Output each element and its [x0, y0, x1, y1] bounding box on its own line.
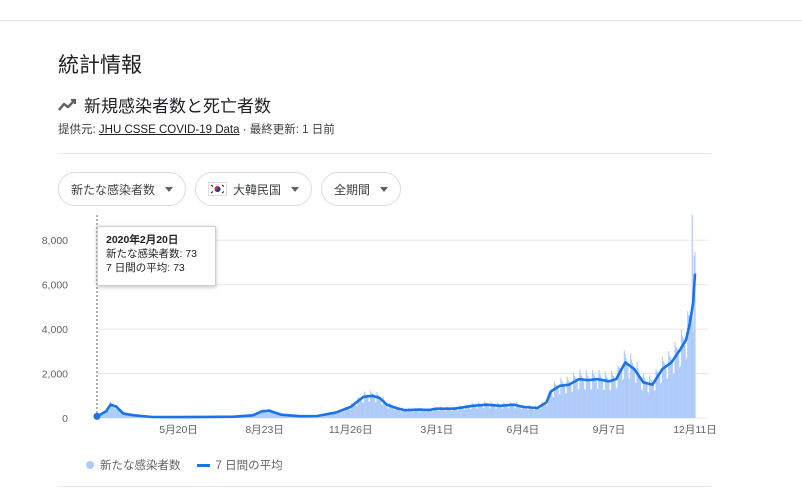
metric-dropdown[interactable]: 新たな感染者数 — [58, 172, 187, 206]
x-tick-label: 3月1日 — [420, 424, 453, 436]
header-divider — [58, 153, 711, 154]
dropdown-arrow-icon — [380, 186, 389, 192]
legend-bars-swatch — [86, 461, 94, 469]
footer-divider — [58, 486, 711, 487]
x-tick-label: 9月7日 — [593, 424, 626, 436]
legend-line-label: 7 日間の平均 — [215, 460, 283, 472]
y-tick-label: 4,000 — [42, 324, 68, 336]
source-line: 提供元: JHU CSSE COVID-19 Data · 最終更新: 1 日前 — [58, 121, 335, 137]
source-prefix: 提供元: — [58, 124, 99, 136]
y-tick-label: 6,000 — [42, 280, 68, 292]
region-dropdown-label: 大韓民国 — [233, 182, 282, 197]
tooltip-date: 2020年2月20日 — [106, 234, 179, 246]
y-tick-label: 8,000 — [42, 235, 68, 247]
legend-bars-label: 新たな感染者数 — [100, 460, 181, 472]
x-tick-label: 12月11日 — [673, 424, 717, 436]
chart-heading: 新規感染者数と死亡者数 — [58, 92, 271, 117]
chart-title: 新規感染者数と死亡者数 — [84, 97, 271, 116]
x-tick-label: 8月23日 — [245, 424, 284, 436]
chart-tooltip: 2020年2月20日 新たな感染者数: 73 7 日間の平均: 73 — [97, 226, 216, 286]
trending-up-icon — [58, 98, 77, 111]
period-dropdown[interactable]: 全期間 — [321, 172, 402, 206]
filter-chips: 新たな感染者数 大韓民国 全期間 — [58, 172, 402, 206]
x-tick-label: 11月26日 — [329, 424, 373, 436]
source-link[interactable]: JHU CSSE COVID-19 Data — [99, 124, 240, 136]
top-divider — [0, 20, 802, 21]
metric-dropdown-label: 新たな感染者数 — [71, 182, 156, 197]
dropdown-arrow-icon — [165, 186, 174, 192]
south-korea-flag-icon — [208, 182, 228, 196]
region-dropdown[interactable]: 大韓民国 — [195, 172, 313, 206]
x-tick-label: 6月4日 — [507, 424, 540, 436]
chart-legend: 新たな感染者数 7 日間の平均 — [86, 457, 283, 473]
x-tick-label: 5月20日 — [159, 424, 198, 436]
legend-line-swatch — [196, 463, 210, 467]
y-tick-label: 0 — [62, 413, 68, 425]
x-axis: 5月20日 8月23日 11月26日 3月1日 6月4日 9月7日 12月11日 — [159, 424, 717, 436]
y-tick-label: 2,000 — [42, 369, 68, 381]
section-title: 統計情報 — [58, 54, 142, 77]
period-dropdown-label: 全期間 — [334, 182, 371, 197]
dropdown-arrow-icon — [291, 186, 300, 192]
last-updated: · 最終更新: 1 日前 — [239, 124, 335, 136]
y-axis: 0 2,000 4,000 6,000 8,000 — [42, 235, 68, 425]
highlight-point — [93, 412, 101, 420]
tooltip-average: 7 日間の平均: 73 — [106, 262, 185, 274]
tooltip-new-cases: 新たな感染者数: 73 — [106, 248, 198, 260]
